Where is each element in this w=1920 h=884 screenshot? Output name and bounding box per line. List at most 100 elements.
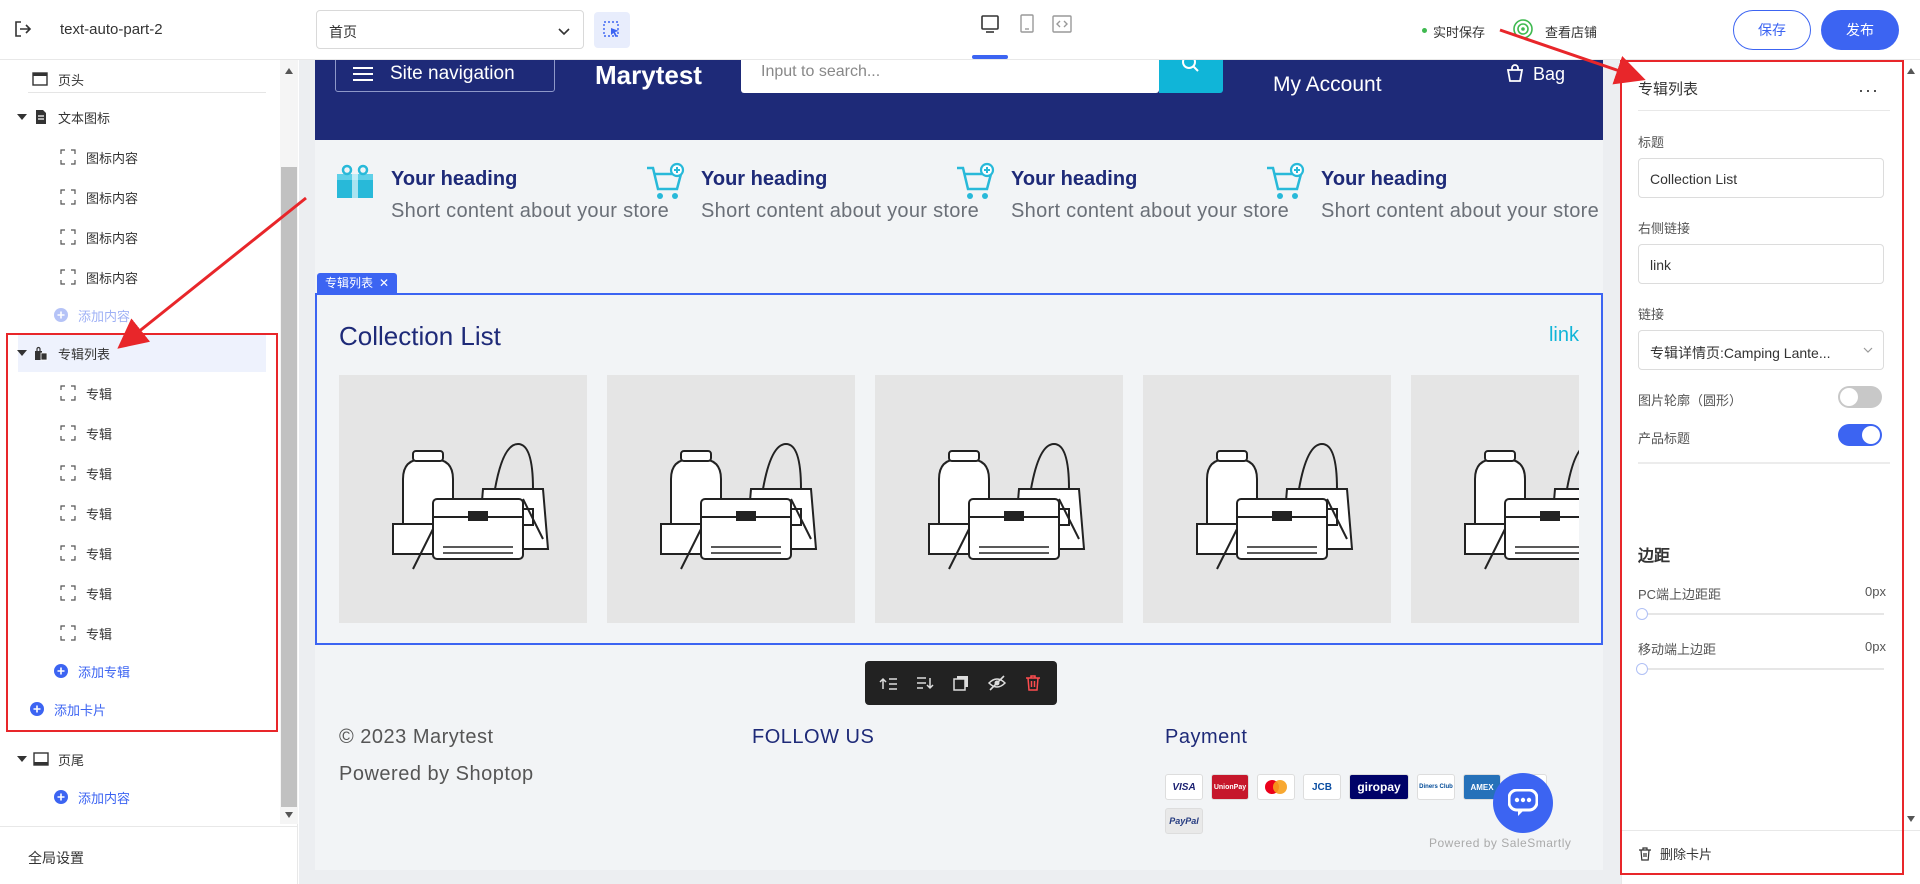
block-frame-icon [60,149,76,165]
move-up-icon[interactable] [879,673,899,693]
app-title: text-auto-part-2 [60,21,163,38]
diners-club-badge: Diners Club [1417,774,1455,800]
jcb-badge: JCB [1303,774,1341,800]
bags-illustration-icon [928,442,1086,570]
scroll-down-arrow-icon[interactable] [285,812,293,818]
desktop-view-icon[interactable] [978,12,1002,36]
tree-divider [28,92,266,93]
icon-text-body: Short content about your store [701,200,980,222]
gift-icon [337,164,373,198]
tree-item-label: 图标内容 [86,270,139,286]
publish-button[interactable]: 发布 [1821,10,1899,50]
scroll-up-arrow-icon[interactable] [285,68,293,74]
bag-label: Bag [1533,64,1566,84]
header-layout-icon [32,72,48,86]
tablet-view-icon[interactable] [1015,12,1039,36]
tree-item-icon-content[interactable]: 图标内容 [0,178,280,216]
text-icon-section[interactable]: Your heading Short content about your st… [315,140,1603,270]
icon-text-body: Short content about your store [1011,200,1290,222]
collection-card[interactable] [607,375,855,623]
tree-scrollbar-thumb[interactable] [281,167,297,807]
selected-section-tag-label: 专辑列表 [325,276,374,290]
save-button[interactable]: 保存 [1733,10,1811,50]
autosave-status-dot [1422,28,1427,33]
footer-copyright: © 2023 Marytest [339,726,494,748]
collection-list-section[interactable]: Collection List link [315,293,1603,645]
add-content-label: 添加内容 [78,308,131,324]
tree-item-label: 图标内容 [86,190,139,206]
my-account-link: My Account [1273,73,1382,96]
site-navigation-button: Site navigation [335,60,555,92]
footer-layout-icon [33,752,49,766]
icon-text-body: Short content about your store [1321,200,1600,222]
scroll-up-arrow-icon[interactable] [1907,68,1915,74]
collection-list-link[interactable]: link [1549,324,1579,347]
global-settings-button[interactable]: 全局设置 [0,826,298,884]
tree-group-text-icon[interactable]: 文本图标 [0,98,280,136]
site-brand: Marytest [595,60,702,90]
exit-icon[interactable] [12,18,34,40]
tree-item-icon-content[interactable]: 图标内容 [0,258,280,296]
block-frame-icon [60,229,76,245]
block-frame-icon [60,189,76,205]
top-bar: text-auto-part-2 首页 实时保存 查看店铺 保存 发布 [0,0,1920,60]
search-icon [1182,60,1199,72]
page-select-value: 首页 [329,24,357,40]
add-footer-content-button[interactable]: 添加内容 [0,778,280,816]
icon-text-heading: Your heading [391,168,518,190]
selected-section-tag[interactable]: 专辑列表 ✕ [317,273,398,294]
collection-card[interactable] [339,375,587,623]
collection-list-title: Collection List [339,321,501,351]
cart-add-icon [957,162,995,199]
move-down-icon[interactable] [915,673,935,693]
bags-illustration-icon [1464,449,1579,570]
site-header[interactable]: Site navigation Marytest Input to search… [315,60,1603,140]
icon-text-heading: Your heading [1321,168,1448,190]
salesmartly-credit: Powered by SaleSmartly [1429,836,1572,850]
tree-item-label: 图标内容 [86,150,139,166]
collection-card[interactable] [1411,375,1579,623]
page-select[interactable]: 首页 [316,10,584,49]
cart-add-icon [1267,162,1305,199]
close-icon[interactable]: ✕ [379,276,389,290]
tree-group-footer[interactable]: 页尾 [0,740,280,778]
copy-icon[interactable] [951,673,971,693]
site-navigation-label: Site navigation [390,63,515,84]
footer-payment-heading: Payment [1165,726,1248,748]
menu-icon [353,67,373,81]
site-search-input: Input to search... [741,60,1159,93]
caret-down-icon[interactable] [17,756,27,762]
cursor-select-icon [603,21,619,37]
visa-badge: VISA [1165,774,1203,800]
collection-card[interactable] [875,375,1123,623]
mastercard-logo-icon [1265,780,1287,794]
site-search-button [1159,60,1223,93]
bag-icon [1506,64,1524,82]
collection-card-row [339,375,1579,623]
document-icon [36,110,46,124]
chat-widget-button[interactable] [1493,773,1553,833]
tree-group-label: 页尾 [58,752,85,768]
tree-item-label: 图标内容 [86,230,139,246]
hide-eye-icon[interactable] [987,673,1007,693]
code-view-icon[interactable] [1050,12,1074,36]
view-store-link[interactable]: 查看店铺 [1545,22,1597,41]
eye-icon[interactable] [1512,18,1534,40]
scroll-down-arrow-icon[interactable] [1907,816,1915,822]
annotation-highlight-tree [6,333,278,732]
section-toolbar [865,661,1057,705]
caret-down-icon[interactable] [17,114,27,120]
add-content-label: 添加内容 [78,790,131,806]
collection-card[interactable] [1143,375,1391,623]
icon-text-heading: Your heading [1011,168,1138,190]
paypal-badge: PayPal [1165,808,1203,834]
element-select-tool-button[interactable] [594,12,630,48]
trash-icon[interactable] [1023,673,1043,693]
cart-add-icon [647,162,685,199]
tree-item-icon-content[interactable]: 图标内容 [0,218,280,256]
annotation-highlight-panel [1620,60,1904,875]
autosave-label: 实时保存 [1433,25,1486,40]
tree-item-icon-content[interactable]: 图标内容 [0,138,280,176]
add-content-button[interactable]: 添加内容 [0,296,280,334]
bags-illustration-icon [660,442,818,570]
